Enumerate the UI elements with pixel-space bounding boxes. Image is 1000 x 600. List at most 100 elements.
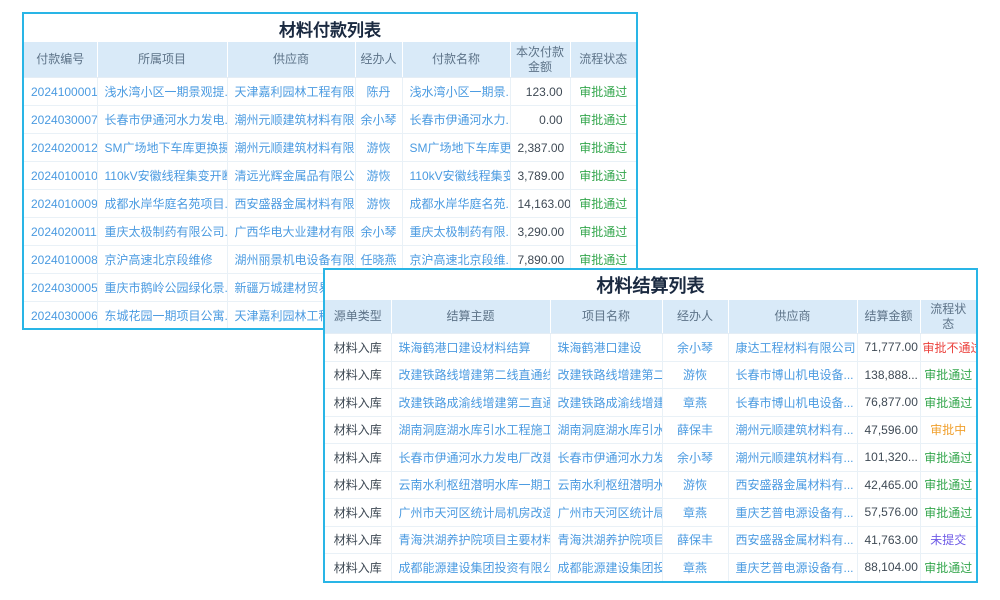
column-header-amount: 本次付款金额: [510, 42, 570, 78]
settlement-table-header-row: 源单类型结算主题项目名称经办人供应商结算金额流程状态: [325, 300, 976, 334]
cell-source-type: 材料入库: [325, 444, 391, 472]
status-flow-status: 审批通过: [920, 499, 976, 527]
cell-settlement-subject[interactable]: 改建铁路线增建第二线直通线（成...: [391, 361, 550, 389]
cell-handler[interactable]: 余小琴: [355, 106, 402, 134]
cell-project-name[interactable]: 成都能源建设集团投资有...: [550, 554, 662, 582]
cell-supplier[interactable]: 天津嘉利园林工程有限...: [227, 78, 355, 106]
status-flow-status: 审批通过: [570, 106, 636, 134]
cell-project-name[interactable]: 广州市天河区统计局机房...: [550, 499, 662, 527]
cell-handler[interactable]: 余小琴: [662, 334, 728, 362]
cell-handler[interactable]: 薛保丰: [662, 416, 728, 444]
cell-supplier[interactable]: 广西华电大业建材有限...: [227, 218, 355, 246]
cell-project-name[interactable]: 浅水湾小区一期景观提...: [97, 78, 227, 106]
cell-payment-id[interactable]: 2024010008: [24, 246, 97, 274]
cell-handler[interactable]: 余小琴: [355, 218, 402, 246]
status-flow-status: 审批通过: [570, 78, 636, 106]
column-header-settlement-subject: 结算主题: [391, 300, 550, 334]
column-header-payment-name: 付款名称: [402, 42, 510, 78]
cell-supplier[interactable]: 重庆艺普电源设备有...: [728, 499, 857, 527]
cell-handler[interactable]: 章燕: [662, 554, 728, 582]
cell-project-name[interactable]: 重庆太极制药有限公司...: [97, 218, 227, 246]
cell-supplier[interactable]: 康达工程材料有限公司: [728, 334, 857, 362]
cell-supplier[interactable]: 西安盛器金属材料有...: [728, 471, 857, 499]
cell-project-name[interactable]: 东城花园一期项目公寓...: [97, 302, 227, 330]
cell-project-name[interactable]: 湖南洞庭湖水库引水工程...: [550, 416, 662, 444]
table-row: 2024010010110kV安徽线程集变开断...清远光辉金属品有限公司游恢1…: [24, 162, 636, 190]
cell-supplier[interactable]: 清远光辉金属品有限公司: [227, 162, 355, 190]
column-header-flow-status: 流程状态: [570, 42, 636, 78]
status-flow-status: 审批通过: [570, 218, 636, 246]
table-row: 材料入库成都能源建设集团投资有限公司临...成都能源建设集团投资有...章燕重庆…: [325, 554, 976, 582]
cell-project-name[interactable]: 珠海鹤港口建设: [550, 334, 662, 362]
cell-handler[interactable]: 游恢: [662, 361, 728, 389]
cell-handler[interactable]: 游恢: [355, 162, 402, 190]
cell-project-name[interactable]: 重庆市鹅岭公园绿化景...: [97, 274, 227, 302]
status-flow-status: 审批通过: [920, 389, 976, 417]
cell-source-type: 材料入库: [325, 554, 391, 582]
cell-supplier[interactable]: 重庆艺普电源设备有...: [728, 554, 857, 582]
cell-project-name[interactable]: 成都水岸华庭名苑项目...: [97, 190, 227, 218]
cell-supplier[interactable]: 潮州元顺建筑材料有限...: [227, 106, 355, 134]
cell-supplier[interactable]: 长春市博山机电设备...: [728, 389, 857, 417]
cell-handler[interactable]: 游恢: [355, 134, 402, 162]
cell-payment-id[interactable]: 2024100001: [24, 78, 97, 106]
status-flow-status: 审批通过: [920, 471, 976, 499]
cell-supplier[interactable]: 长春市博山机电设备...: [728, 361, 857, 389]
cell-amount: 0.00: [510, 106, 570, 134]
cell-payment-name[interactable]: 重庆太极制药有限...: [402, 218, 510, 246]
cell-settlement-subject[interactable]: 湖南洞庭湖水库引水工程施工I标材...: [391, 416, 550, 444]
column-header-project-name: 项目名称: [550, 300, 662, 334]
cell-project-name[interactable]: 青海洪湖养护院项目: [550, 526, 662, 554]
cell-supplier[interactable]: 潮州元顺建筑材料有...: [728, 444, 857, 472]
cell-project-name[interactable]: SM广场地下车库更换摄...: [97, 134, 227, 162]
cell-settlement-subject[interactable]: 广州市天河区统计局机房改造项目...: [391, 499, 550, 527]
cell-payment-id[interactable]: 2024030006: [24, 302, 97, 330]
cell-payment-id[interactable]: 2024030005: [24, 274, 97, 302]
cell-supplier[interactable]: 潮州元顺建筑材料有...: [728, 416, 857, 444]
cell-project-name[interactable]: 改建铁路线增建第二线直...: [550, 361, 662, 389]
cell-handler[interactable]: 余小琴: [662, 444, 728, 472]
cell-source-type: 材料入库: [325, 334, 391, 362]
cell-payment-name[interactable]: SM广场地下车库更...: [402, 134, 510, 162]
cell-payment-name[interactable]: 成都水岸华庭名苑...: [402, 190, 510, 218]
column-header-flow-status: 流程状态: [920, 300, 976, 334]
cell-settlement-subject[interactable]: 改建铁路成渝线增建第二直通线（...: [391, 389, 550, 417]
cell-project-name[interactable]: 京沪高速北京段维修: [97, 246, 227, 274]
cell-project-name[interactable]: 长春市伊通河水力发电厂...: [550, 444, 662, 472]
cell-payment-name[interactable]: 长春市伊通河水力...: [402, 106, 510, 134]
cell-payment-id[interactable]: 2024030007: [24, 106, 97, 134]
cell-handler[interactable]: 章燕: [662, 499, 728, 527]
status-flow-status: 审批通过: [920, 444, 976, 472]
cell-project-name[interactable]: 改建铁路成渝线增建第二...: [550, 389, 662, 417]
settlement-list-title: 材料结算列表: [325, 270, 976, 300]
cell-payment-name[interactable]: 110kV安徽线程集变...: [402, 162, 510, 190]
cell-project-name[interactable]: 云南水利枢纽潜明水库一...: [550, 471, 662, 499]
cell-handler[interactable]: 陈丹: [355, 78, 402, 106]
cell-settlement-subject[interactable]: 青海洪湖养护院项目主要材料结算: [391, 526, 550, 554]
cell-project-name[interactable]: 长春市伊通河水力发电...: [97, 106, 227, 134]
cell-source-type: 材料入库: [325, 361, 391, 389]
cell-project-name[interactable]: 110kV安徽线程集变开断...: [97, 162, 227, 190]
cell-payment-id[interactable]: 2024020012: [24, 134, 97, 162]
cell-supplier[interactable]: 西安盛器金属材料有...: [728, 526, 857, 554]
table-row: 材料入库改建铁路成渝线增建第二直通线（...改建铁路成渝线增建第二...章燕长春…: [325, 389, 976, 417]
cell-handler[interactable]: 游恢: [355, 190, 402, 218]
cell-supplier[interactable]: 西安盛器金属材料有限...: [227, 190, 355, 218]
column-header-handler: 经办人: [662, 300, 728, 334]
status-flow-status: 审批通过: [570, 162, 636, 190]
cell-handler[interactable]: 薛保丰: [662, 526, 728, 554]
cell-settlement-subject[interactable]: 珠海鹤港口建设材料结算: [391, 334, 550, 362]
cell-payment-name[interactable]: 浅水湾小区一期景...: [402, 78, 510, 106]
settlement-list-panel: 材料结算列表 源单类型结算主题项目名称经办人供应商结算金额流程状态 材料入库珠海…: [323, 268, 978, 583]
cell-settlement-subject[interactable]: 长春市伊通河水力发电厂改建工程...: [391, 444, 550, 472]
table-row: 2024020012SM广场地下车库更换摄...潮州元顺建筑材料有限...游恢S…: [24, 134, 636, 162]
cell-handler[interactable]: 章燕: [662, 389, 728, 417]
cell-supplier[interactable]: 潮州元顺建筑材料有限...: [227, 134, 355, 162]
cell-payment-id[interactable]: 2024010009: [24, 190, 97, 218]
cell-handler[interactable]: 游恢: [662, 471, 728, 499]
cell-amount: 123.00: [510, 78, 570, 106]
cell-payment-id[interactable]: 2024020011: [24, 218, 97, 246]
cell-settlement-subject[interactable]: 云南水利枢纽潜明水库一期工程施...: [391, 471, 550, 499]
cell-payment-id[interactable]: 2024010010: [24, 162, 97, 190]
cell-settlement-subject[interactable]: 成都能源建设集团投资有限公司临...: [391, 554, 550, 582]
